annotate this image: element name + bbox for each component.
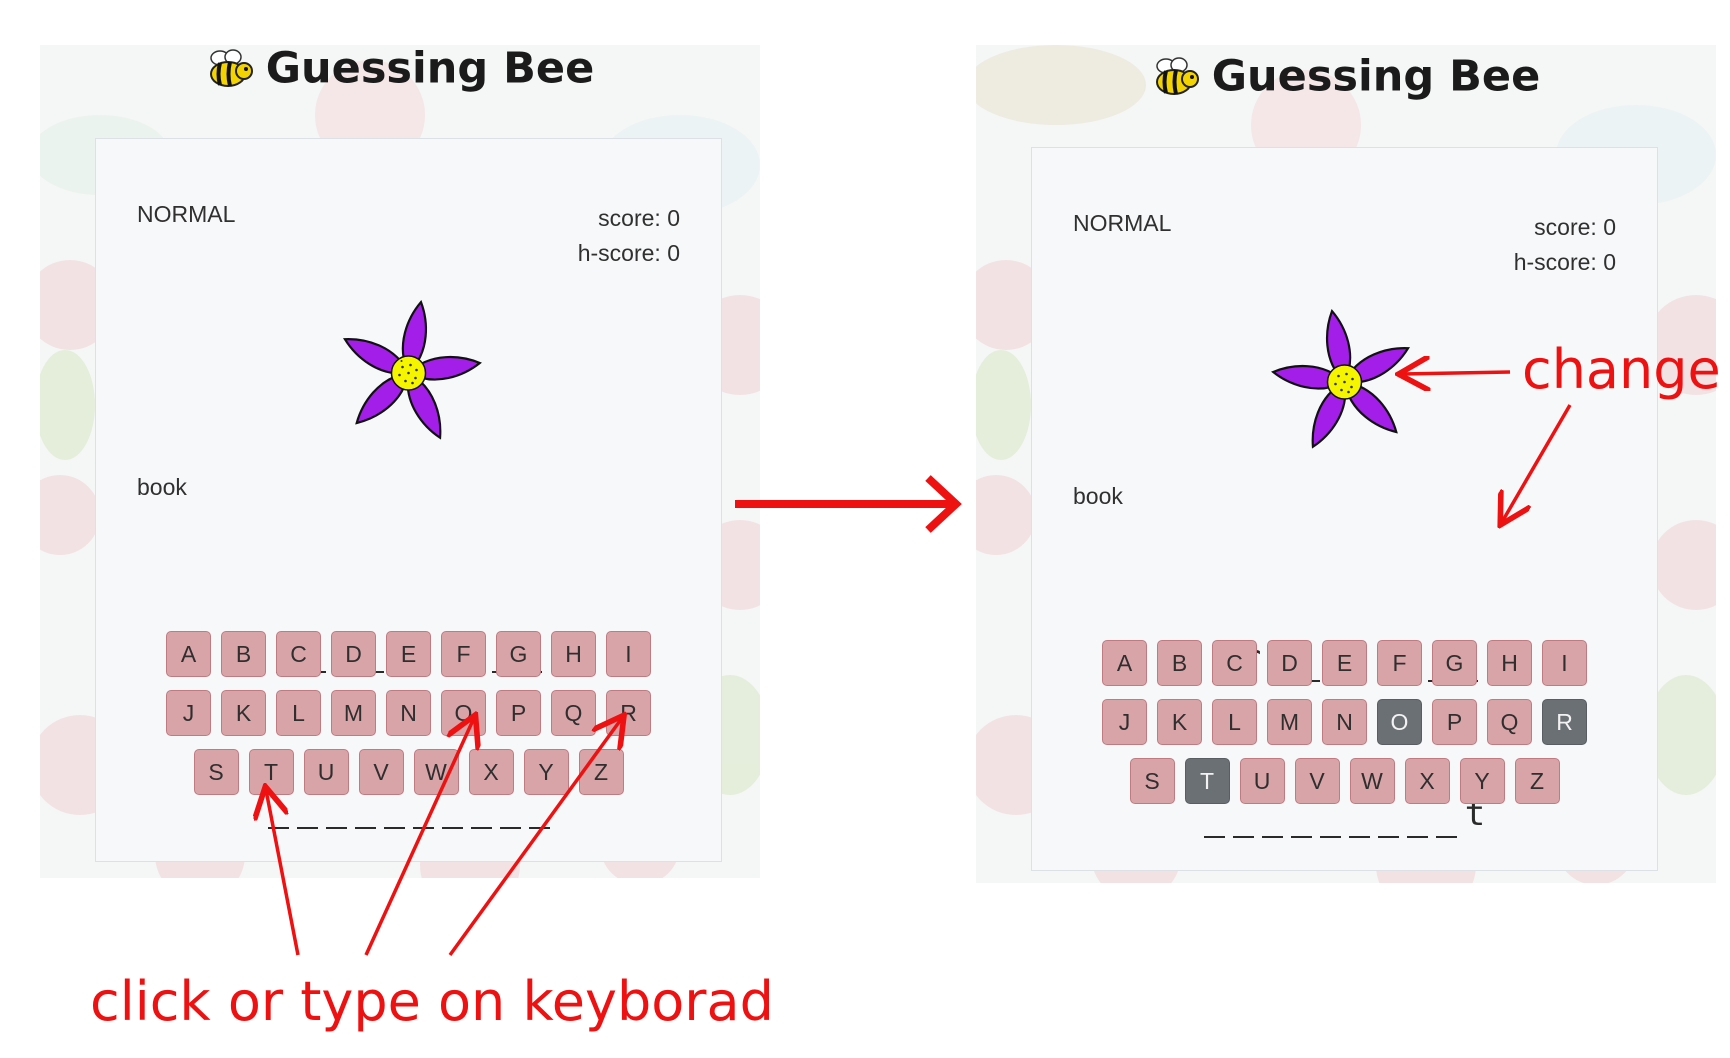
pointer-arrow-answer [1502,404,1572,522]
instruction-caption: click or type on keyborad [90,970,774,1033]
pointer-arrow-flower [1402,372,1511,374]
pointer-arrow-o [364,718,474,956]
pointer-arrow-r [448,718,622,957]
transition-arrow [735,475,962,533]
pointer-arrow-t [266,790,300,956]
annotation-arrows [0,0,1572,957]
change-label: change [1522,338,1721,401]
